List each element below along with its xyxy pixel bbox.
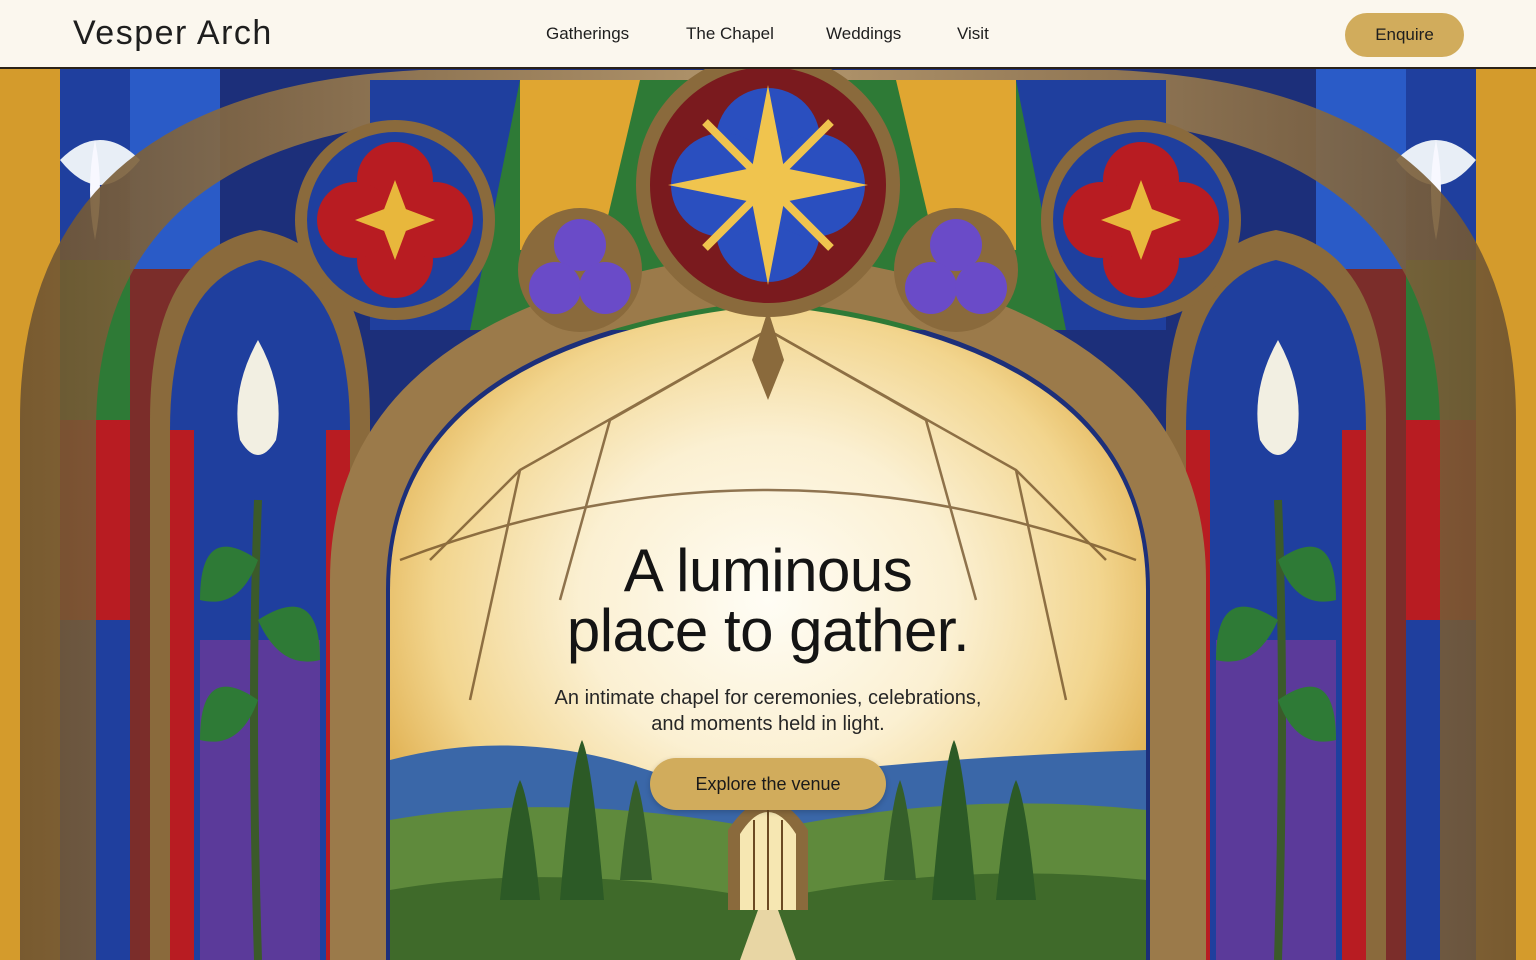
nav-link-gatherings[interactable]: Gatherings bbox=[546, 24, 629, 44]
hero-subtitle: An intimate chapel for ceremonies, celeb… bbox=[468, 685, 1068, 737]
explore-venue-button[interactable]: Explore the venue bbox=[650, 758, 886, 810]
site-logo[interactable]: Vesper Arch bbox=[73, 14, 273, 53]
top-navigation: Vesper Arch Gatherings The Chapel Weddin… bbox=[0, 0, 1536, 69]
hero-section: A luminous place to gather. An intimate … bbox=[0, 69, 1536, 960]
right-trefoil bbox=[894, 208, 1018, 332]
hero-headline: A luminous place to gather. bbox=[468, 541, 1068, 661]
hero-headline-line-2: place to gather. bbox=[566, 597, 970, 664]
right-rose-window bbox=[1041, 120, 1241, 320]
enquire-button[interactable]: Enquire bbox=[1345, 13, 1464, 57]
nav-link-visit[interactable]: Visit bbox=[957, 24, 989, 44]
nav-link-the-chapel[interactable]: The Chapel bbox=[686, 24, 774, 44]
left-trefoil bbox=[518, 208, 642, 332]
nav-link-weddings[interactable]: Weddings bbox=[826, 24, 901, 44]
stained-glass-window-illustration bbox=[0, 69, 1536, 960]
hero-subtitle-line-2: and moments held in light. bbox=[651, 713, 885, 735]
left-rose-window bbox=[295, 120, 495, 320]
hero-subtitle-line-1: An intimate chapel for ceremonies, celeb… bbox=[554, 687, 982, 709]
hero-headline-line-1: A luminous bbox=[623, 537, 913, 604]
